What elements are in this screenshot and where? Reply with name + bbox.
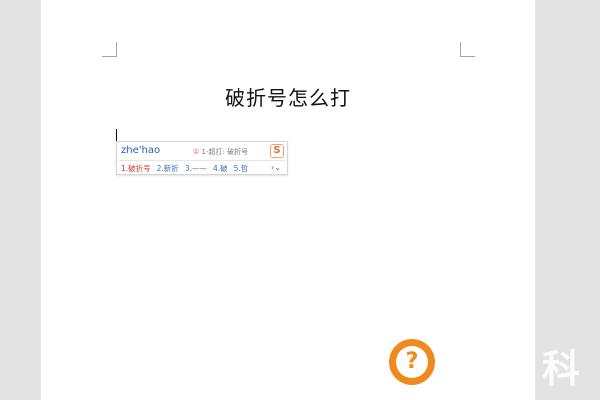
watermark-text: 科 (541, 347, 580, 391)
ime-hint: ① 1-超打: 破折号 (193, 147, 248, 157)
margin-mark-top-left (102, 42, 117, 57)
ime-candidate-1[interactable]: 1.破折号 (121, 163, 151, 174)
ime-candidate-3[interactable]: 3.—— (185, 164, 207, 173)
ime-divider (119, 160, 285, 161)
ime-candidate-window[interactable]: zhe'hao ① 1-超打: 破折号 S 1.破折号 2.新折 3.—— 4.… (116, 141, 288, 175)
ime-hint-number: ① (193, 148, 200, 156)
ime-candidate-4[interactable]: 4.破 (213, 163, 228, 174)
ime-expand-icon[interactable]: ›⌄ (268, 162, 284, 173)
ime-composition-text: zhe'hao (121, 145, 161, 156)
ime-candidate-2[interactable]: 2.新折 (157, 163, 179, 174)
help-button[interactable]: ? (389, 339, 435, 385)
ime-hint-text: 1-超打: 破折号 (201, 148, 249, 156)
ime-candidate-list: 1.破折号 2.新折 3.—— 4.破 5.哲 (121, 162, 254, 174)
question-mark-icon: ? (396, 346, 428, 378)
ime-composition-bar: zhe'hao ① 1-超打: 破折号 S (117, 142, 287, 160)
document-page[interactable] (41, 0, 535, 400)
document-title: 破折号怎么打 (225, 86, 351, 110)
sogou-logo-icon[interactable]: S (270, 144, 284, 158)
margin-mark-top-right (460, 42, 475, 57)
ime-candidate-5[interactable]: 5.哲 (234, 163, 249, 174)
